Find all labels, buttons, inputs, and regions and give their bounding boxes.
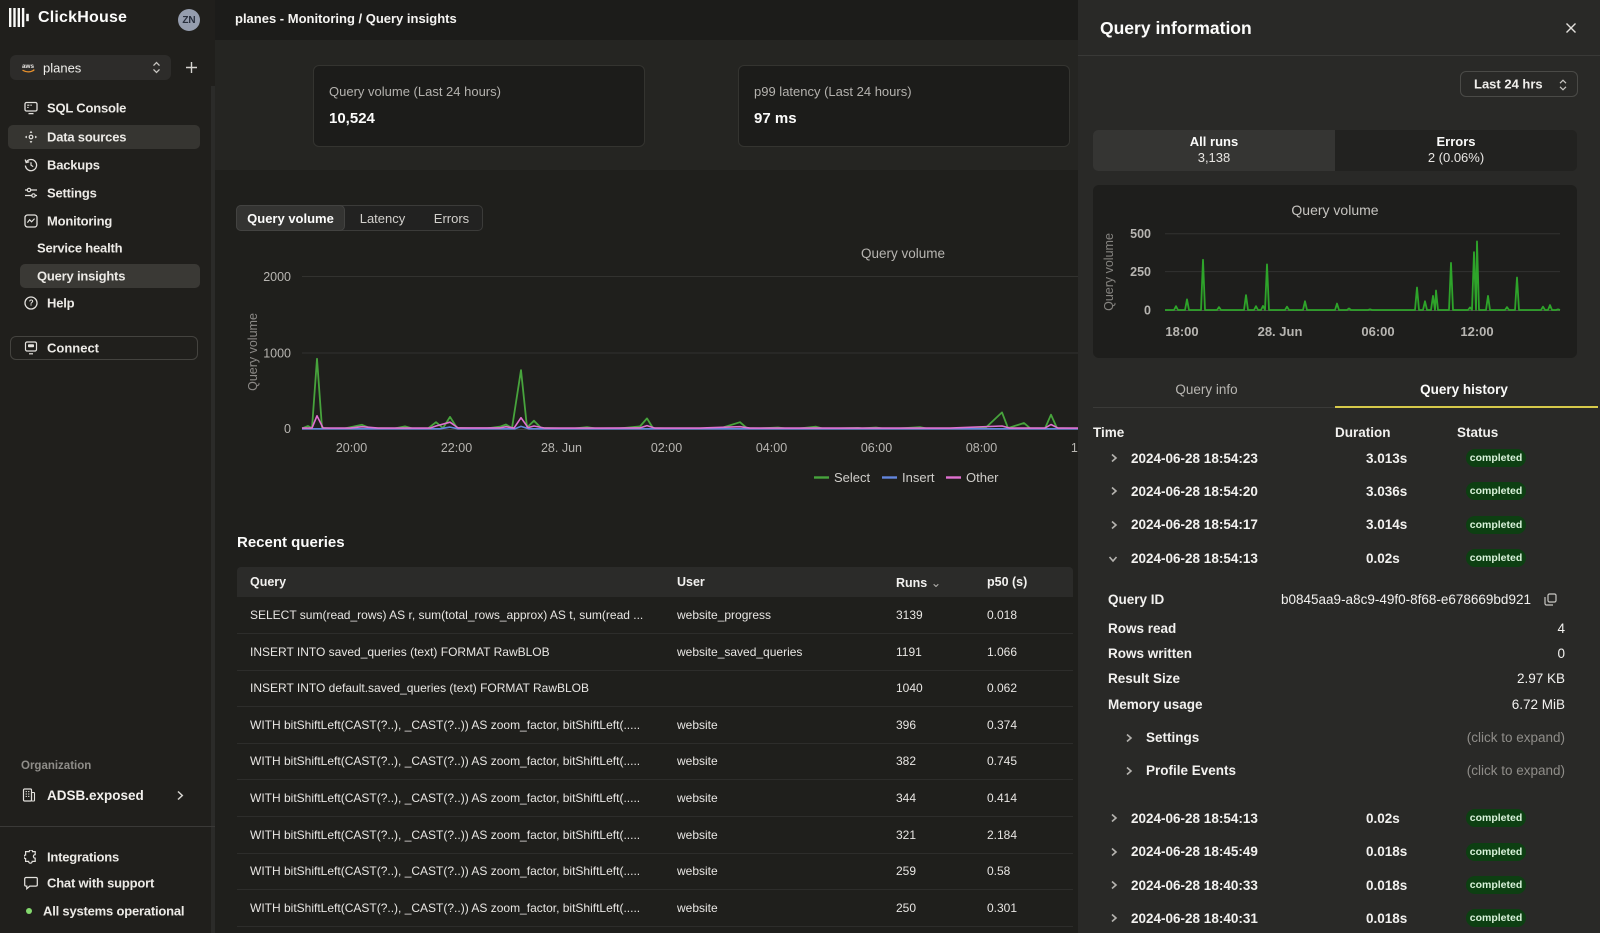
svg-text:18:00: 18:00 <box>1165 324 1198 339</box>
svg-text:0: 0 <box>284 422 291 436</box>
svg-text:250: 250 <box>1130 265 1151 279</box>
svg-text:22:00: 22:00 <box>441 441 472 455</box>
svg-text:06:00: 06:00 <box>861 441 892 455</box>
svg-text:10:00: 10:00 <box>1071 441 1078 455</box>
svg-text:aws: aws <box>22 63 35 70</box>
svg-text:20:00: 20:00 <box>336 441 367 455</box>
svg-text:Insert: Insert <box>902 470 935 485</box>
svg-text:28. Jun: 28. Jun <box>541 441 582 455</box>
svg-text:0: 0 <box>1144 304 1151 318</box>
svg-text:Other: Other <box>966 470 999 485</box>
svg-text:2000: 2000 <box>263 270 291 284</box>
svg-text:Query volume: Query volume <box>246 313 260 391</box>
svg-text:12:00: 12:00 <box>1460 324 1493 339</box>
svg-text:04:00: 04:00 <box>756 441 787 455</box>
svg-text:Query volume: Query volume <box>1102 233 1116 311</box>
svg-text:Query volume: Query volume <box>1291 202 1378 218</box>
svg-text:1000: 1000 <box>263 347 291 361</box>
svg-text:28. Jun: 28. Jun <box>1258 324 1303 339</box>
svg-text:500: 500 <box>1130 227 1151 241</box>
svg-text:02:00: 02:00 <box>651 441 682 455</box>
svg-text:?: ? <box>29 299 34 308</box>
svg-text:08:00: 08:00 <box>966 441 997 455</box>
svg-text:Query volume: Query volume <box>861 246 945 261</box>
svg-text:Select: Select <box>834 470 871 485</box>
svg-text:06:00: 06:00 <box>1361 324 1394 339</box>
